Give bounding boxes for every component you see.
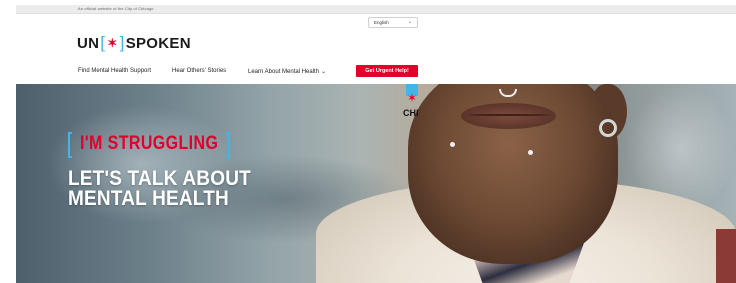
bracket-left	[68, 132, 72, 158]
chicago-star-icon: ✶	[107, 36, 118, 50]
logo-text-left: UN	[77, 34, 100, 52]
logo-bracket-close: ]	[119, 33, 125, 52]
tagline-bracket-box: I'M STRUGGLING	[68, 132, 231, 158]
jacket-detail	[716, 229, 736, 283]
logo-bracket-open: [	[100, 33, 106, 52]
person-lips	[468, 114, 550, 116]
chevron-down-icon: ⌄	[407, 19, 412, 25]
get-urgent-help-button[interactable]: Get Urgent Help!	[356, 65, 418, 77]
logo-text-right: SPOKEN	[125, 34, 191, 52]
main-navigation: Find Mental Health Support Hear Others' …	[16, 62, 736, 82]
chi-pin-badge: ✶ CHI	[402, 84, 422, 124]
hero-headline: LET'S TALK ABOUT MENTAL HEALTH	[68, 167, 251, 211]
unspoken-logo[interactable]: UN [ ✶ ] SPOKEN	[77, 33, 191, 52]
ear-gauge	[599, 119, 617, 137]
nav-find-support[interactable]: Find Mental Health Support	[78, 68, 151, 74]
hero-tagline: I'M STRUGGLING	[80, 133, 219, 154]
bracket-right	[226, 132, 231, 158]
person-mouth	[461, 103, 556, 129]
language-select[interactable]: English ⌄	[368, 17, 418, 28]
hero-banner: ✶ CHI I'M STRUGGLING LET'S TALK ABOUT ME…	[16, 84, 736, 283]
chevron-down-icon: ⌄	[321, 69, 327, 75]
headline-line-2: MENTAL HEALTH	[68, 186, 229, 211]
official-site-text: An official website of the City of Chica…	[78, 6, 154, 11]
nav-learn-mental-health[interactable]: Learn About Mental Health ⌄	[248, 68, 326, 75]
language-selected-value: English	[374, 20, 389, 25]
lip-piercing	[450, 142, 455, 147]
nav-learn-mental-health-label: Learn About Mental Health	[248, 69, 320, 75]
nav-hear-stories[interactable]: Hear Others' Stories	[172, 68, 226, 74]
official-site-banner: An official website of the City of Chica…	[16, 5, 736, 14]
lip-piercing	[528, 150, 533, 155]
hero-text-block: I'M STRUGGLING LET'S TALK ABOUT MENTAL H…	[68, 132, 251, 211]
pin-chi-text: CHI	[403, 108, 419, 118]
chicago-star-icon: ✶	[407, 91, 418, 105]
